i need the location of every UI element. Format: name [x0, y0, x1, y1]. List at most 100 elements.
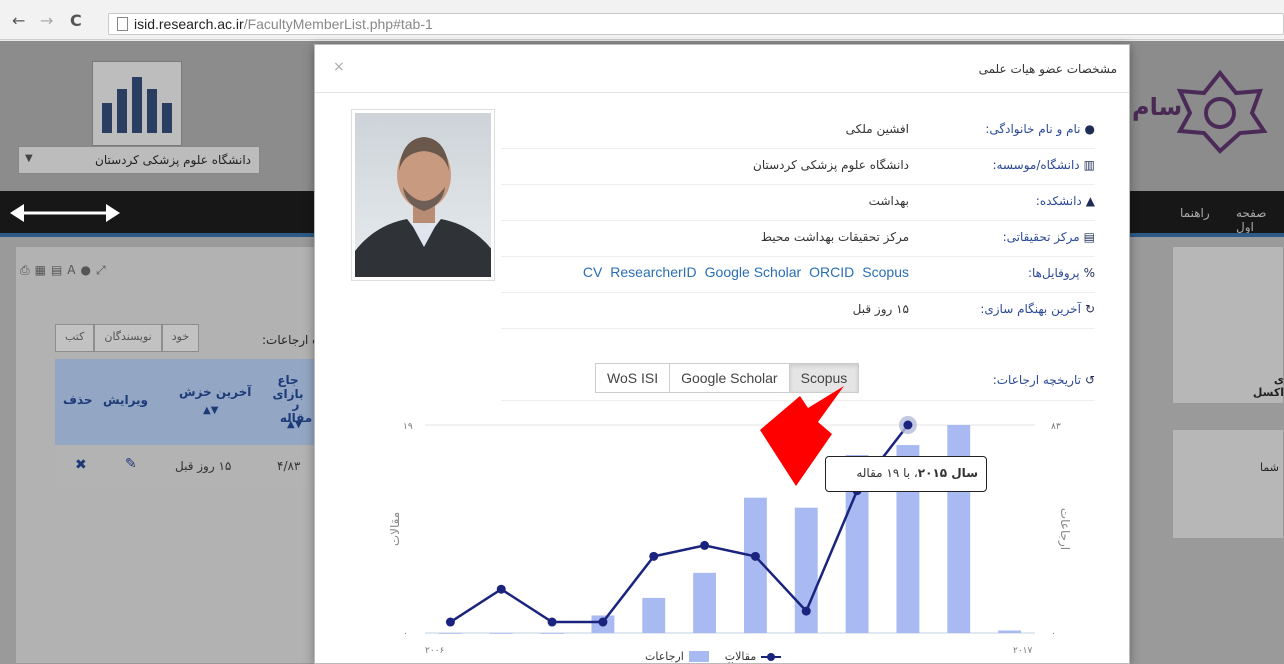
legend-label-citations: ارجاعات: [645, 650, 684, 663]
legend-line-swatch: [761, 652, 782, 661]
help-icon[interactable]: ●: [81, 263, 96, 277]
header-edit: ویرایش: [103, 393, 149, 407]
articles-point: [903, 420, 913, 430]
profile-link-cv[interactable]: CV: [583, 264, 602, 280]
edit-icon[interactable]: ✎: [125, 456, 137, 472]
label-name: ●نام و نام خانوادگی:: [985, 122, 1095, 136]
table-header: حذف ویرایش آخرین خزش ▲▼ جاع بازای ر مقال…: [55, 359, 315, 445]
modal-header: مشخصات عضو هیات علمی ×: [315, 45, 1129, 93]
forward-icon[interactable]: →: [40, 11, 53, 30]
x-tick-label: ۲۰۱۷: [1013, 646, 1033, 656]
profile-links: CV ResearcherID Google Scholar ORCID Sco…: [583, 264, 909, 280]
back-icon[interactable]: ←: [12, 11, 25, 30]
tab-wos-isi[interactable]: WoS ISI: [595, 363, 671, 393]
profile-link-google-scholar[interactable]: Google Scholar: [705, 264, 802, 280]
articles-point: [445, 617, 455, 627]
tab-self[interactable]: خود: [161, 324, 200, 352]
legend-item-citations[interactable]: ارجاعات: [645, 650, 709, 663]
articles-point: [801, 606, 811, 616]
legend-item-articles[interactable]: مقالات: [724, 650, 782, 663]
modal-title: مشخصات عضو هیات علمی: [978, 62, 1117, 76]
header-delete: حذف: [63, 393, 93, 407]
print-icon[interactable]: ⎙: [20, 263, 35, 277]
profile-link-scopus[interactable]: Scopus: [862, 264, 909, 280]
sort-icon[interactable]: ▲▼: [203, 405, 218, 416]
profile-link-orcid[interactable]: ORCID: [809, 264, 854, 280]
profile-link-researcherid[interactable]: ResearcherID: [610, 264, 696, 280]
font-icon[interactable]: A: [67, 263, 80, 277]
articles-point: [700, 540, 710, 550]
tooltip-detail: ، با ۱۹ مقاله: [856, 466, 918, 480]
left-axis-title: مقالات: [388, 512, 402, 546]
delete-icon[interactable]: ✖: [75, 457, 87, 473]
right-axis-title: ارجاعات: [1057, 508, 1072, 550]
chart-legend: مقالات ارجاعات: [645, 650, 782, 663]
chevron-down-icon: ▼: [25, 153, 33, 164]
university-select-value: دانشگاه علوم پزشکی کردستان: [95, 153, 251, 167]
legend-label-articles: مقالات: [724, 650, 757, 663]
address-bar[interactable]: isid.research.ac.ir/FacultyMemberList.ph…: [108, 13, 1284, 35]
label-citation-history: ↺تاریخچه ارجاعات:: [992, 373, 1095, 387]
articles-point: [598, 617, 608, 627]
side-label: شما: [1260, 461, 1279, 474]
link-icon: %: [1083, 266, 1095, 280]
university-logo: [92, 61, 182, 146]
faculty-member-modal: مشخصات عضو هیات علمی × ●نام و نام خانواد…: [314, 44, 1130, 664]
header-last-crawl[interactable]: آخرین خزش: [179, 385, 251, 399]
member-name: افشین ملکی: [845, 122, 909, 136]
pdf-icon[interactable]: ▤: [51, 263, 67, 277]
table-row: ✖ ✎ ۱۵ روز قبل ۴/۸۳: [55, 445, 315, 487]
graduation-cap-icon: ▲: [1085, 194, 1095, 208]
menu-item-help[interactable]: راهنما: [1180, 206, 1210, 220]
info-row-university: ▥دانشگاه/موسسه: دانشگاه علوم پزشکی کردست…: [501, 149, 1095, 185]
user-icon: ●: [1084, 122, 1095, 136]
articles-point: [649, 551, 659, 561]
last-update-value: ۱۵ روز قبل: [852, 302, 909, 316]
annotation-arrow-icon: [760, 386, 844, 486]
citation-bar: [693, 572, 717, 633]
page-icon: [117, 17, 128, 31]
excel-icon[interactable]: ▦: [35, 263, 51, 277]
url-path: /FacultyMemberList.php#tab-1: [243, 16, 433, 32]
left-tick-label: ۰: [403, 629, 408, 639]
reload-icon[interactable]: C: [70, 11, 82, 30]
articles-point: [547, 617, 557, 627]
member-research-center: مرکز تحقیقات بهداشت محیط: [760, 230, 909, 244]
articles-point: [750, 551, 760, 561]
portrait-image: [355, 137, 491, 277]
tab-books[interactable]: کتب: [55, 324, 95, 352]
history-icon: ↺: [1084, 373, 1095, 387]
label-university: ▥دانشگاه/موسسه:: [992, 158, 1095, 172]
row-last-crawl: ۱۵ روز قبل: [175, 459, 232, 473]
citation-filter-tabs: کتب نویسندگان خود: [55, 324, 200, 352]
citation-bar: [438, 633, 462, 634]
info-row-profiles: %پروفایل‌ها: CV ResearcherID Google Scho…: [501, 257, 1095, 293]
url-host: isid.research.ac.ir: [134, 16, 244, 32]
x-tick-label: ۲۰۰۶: [425, 646, 445, 656]
tab-authors[interactable]: نویسندگان: [94, 324, 162, 352]
university-select[interactable]: دانشگاه علوم پزشکی کردستان ▼: [18, 146, 260, 174]
info-row-last-update: ↻آخرین بهنگام سازی: ۱۵ روز قبل: [501, 293, 1095, 329]
legend-bar-swatch: [688, 651, 709, 662]
tooltip-year: سال ۲۰۱۵: [917, 466, 978, 480]
member-photo: [351, 109, 495, 281]
site-brand: سام: [1132, 93, 1183, 121]
side-excel-label: ی اکسل: [1252, 373, 1284, 399]
member-faculty: بهداشت: [868, 194, 909, 208]
citation-bar: [489, 633, 513, 634]
flower-logo-icon: [1176, 69, 1268, 154]
sort-icon[interactable]: ▲▼: [287, 419, 302, 430]
institution-icon: ▥: [1083, 158, 1095, 172]
info-row-research-center: ▤مرکز تحقیقاتی: مرکز تحقیقات بهداشت محیط: [501, 221, 1095, 257]
menu-item-home[interactable]: صفحه اول: [1236, 206, 1284, 234]
citation-bar: [998, 630, 1022, 633]
right-tick-label: ۰: [1051, 629, 1056, 639]
close-icon[interactable]: ×: [333, 59, 345, 75]
citation-history-chart: ۱۹۰۸۳۰۲۰۰۶۲۰۱۷سالمقالاتارجاعات: [388, 416, 1072, 663]
label-profiles: %پروفایل‌ها:: [1027, 266, 1095, 280]
expand-icon[interactable]: ⤢: [96, 263, 111, 277]
panel-tools: ⎙▦▤A●⤢: [20, 263, 111, 278]
right-tick-label: ۸۳: [1051, 422, 1061, 432]
citations-label: ه ارجاعات:: [262, 333, 319, 347]
double-arrow-icon: [10, 204, 120, 222]
